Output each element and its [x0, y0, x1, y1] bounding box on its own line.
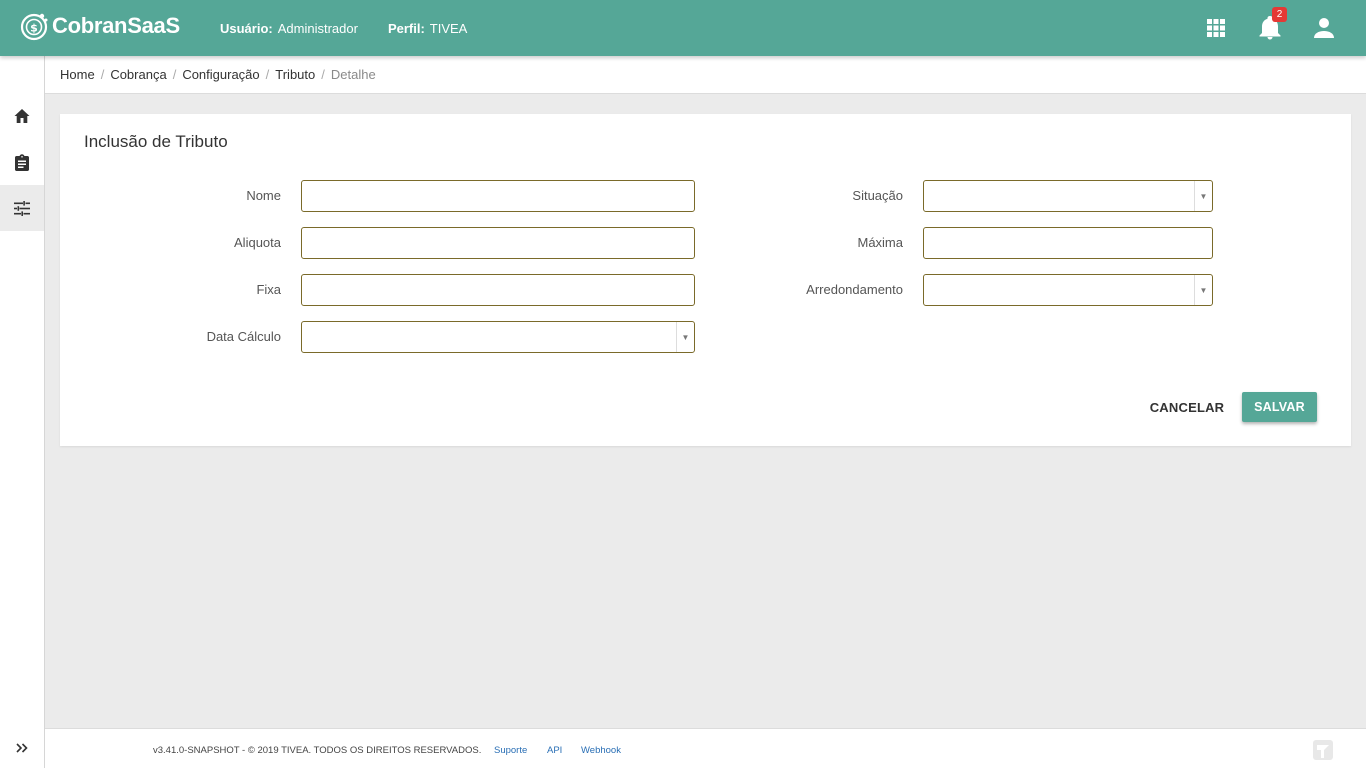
sidebar-item-home[interactable] [0, 93, 44, 139]
save-button[interactable]: SALVAR [1242, 392, 1317, 422]
tivea-logo-icon [1313, 740, 1333, 760]
breadcrumb-separator: / [265, 67, 270, 82]
situacao-select[interactable]: ▼ [923, 180, 1213, 212]
app-logo[interactable]: $ CobranSaaS [20, 11, 180, 41]
home-icon [14, 109, 30, 123]
aliquota-label: Aliquota [234, 235, 281, 250]
top-bar: $ CobranSaaS Usuário: Administrador Perf… [0, 0, 1366, 56]
notifications-button[interactable]: 2 [1256, 7, 1287, 42]
notification-badge: 2 [1272, 7, 1287, 22]
sliders-icon [14, 200, 30, 216]
dropdown-arrow-icon[interactable]: ▼ [1194, 275, 1212, 305]
form-card: Inclusão de Tributo Nome Aliquota Fixa D… [60, 114, 1351, 446]
breadcrumb-separator: / [172, 67, 177, 82]
user-info: Usuário: Administrador Perfil: TIVEA [220, 21, 497, 36]
top-icons: 2 [1176, 7, 1338, 42]
breadcrumb-cobranca[interactable]: Cobrança [110, 67, 166, 82]
page-title: Inclusão de Tributo [84, 132, 228, 151]
breadcrumb-separator: / [100, 67, 105, 82]
dropdown-arrow-icon[interactable]: ▼ [1194, 181, 1212, 211]
breadcrumb-configuracao[interactable]: Configuração [182, 67, 259, 82]
apps-grid-button[interactable] [1202, 14, 1230, 42]
maxima-input[interactable] [923, 227, 1213, 259]
sidebar-item-cobranca[interactable] [0, 139, 44, 185]
logo-icon: $ [20, 13, 48, 41]
breadcrumb-current: Detalhe [330, 67, 376, 82]
fixa-input[interactable] [301, 274, 695, 306]
sidebar [0, 56, 45, 768]
arredondamento-select[interactable]: ▼ [923, 274, 1213, 306]
footer-link-webhook[interactable]: Webhook [581, 745, 621, 756]
maxima-label: Máxima [857, 235, 903, 250]
cancel-button[interactable]: CANCELAR [1144, 392, 1230, 422]
sidebar-item-configuracao[interactable] [0, 185, 44, 231]
nome-label: Nome [246, 188, 281, 203]
breadcrumb-home[interactable]: Home [60, 67, 95, 82]
svg-text:$: $ [30, 22, 38, 35]
breadcrumb: Home / Cobrança / Configuração / Tributo… [45, 56, 1366, 94]
aliquota-input[interactable] [301, 227, 695, 259]
footer-copyright: v3.41.0-SNAPSHOT - © 2019 TIVEA. TODOS O… [153, 745, 482, 756]
user-icon [1314, 18, 1334, 38]
footer: v3.41.0-SNAPSHOT - © 2019 TIVEA. TODOS O… [45, 728, 1366, 768]
data-calculo-label: Data Cálculo [206, 329, 281, 344]
user-value: Administrador [277, 21, 358, 36]
dropdown-arrow-icon[interactable]: ▼ [676, 322, 694, 352]
data-calculo-select[interactable]: ▼ [301, 321, 695, 353]
expand-sidebar-button[interactable] [0, 728, 44, 768]
app-name: CobranSaaS [52, 13, 180, 38]
breadcrumb-separator: / [321, 67, 325, 82]
arredondamento-label: Arredondamento [806, 282, 903, 297]
double-chevron-right-icon [16, 743, 28, 753]
breadcrumb-tributo[interactable]: Tributo [275, 67, 315, 82]
nome-input[interactable] [301, 180, 695, 212]
footer-link-api[interactable]: API [547, 745, 562, 756]
profile-value: TIVEA [429, 21, 468, 36]
clipboard-icon [15, 153, 29, 171]
user-label: Usuário: [220, 21, 273, 36]
apps-grid-icon [1207, 19, 1225, 37]
user-menu-button[interactable] [1310, 14, 1338, 42]
situacao-label: Situação [852, 188, 903, 203]
fixa-label: Fixa [256, 282, 281, 297]
footer-link-suporte[interactable]: Suporte [494, 745, 527, 756]
profile-label: Perfil: [387, 21, 425, 36]
